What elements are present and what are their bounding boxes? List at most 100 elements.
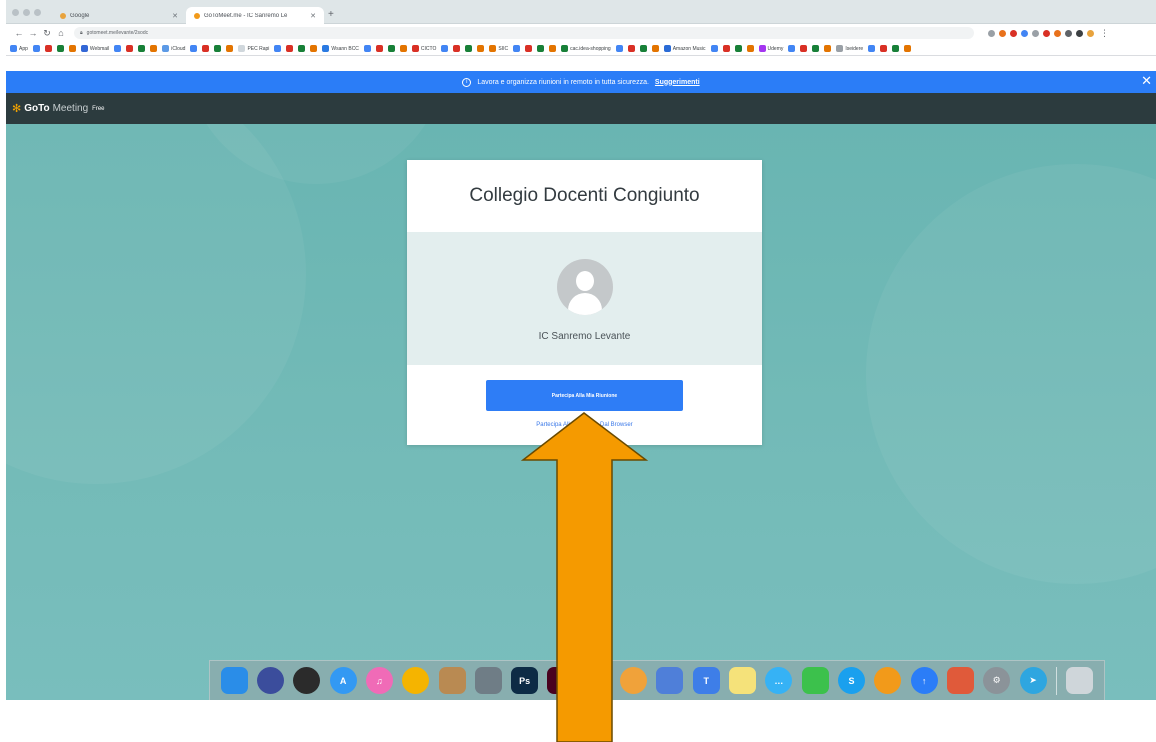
zoom-window-icon[interactable] (34, 9, 41, 16)
bookmark-icon[interactable] (138, 45, 146, 52)
bookmark-icon[interactable] (56, 45, 64, 52)
bookmark-item[interactable]: SIIC (489, 45, 508, 52)
bookmark-icon[interactable] (812, 45, 820, 52)
books-icon[interactable] (874, 667, 902, 694)
bookmark-icon[interactable] (114, 45, 122, 52)
bookmark-icon[interactable] (126, 45, 134, 52)
address-bar[interactable]: 🔒︎ gotomeet.me/levante/2sodc (74, 27, 974, 39)
bookmark-icon[interactable] (537, 45, 545, 52)
tab-google[interactable]: Google ✕ (52, 7, 186, 24)
itunes-icon[interactable]: ♫ (365, 667, 393, 694)
stickies-icon[interactable] (729, 667, 757, 694)
telegram-icon[interactable]: ➤ (1019, 667, 1047, 694)
extension-icon[interactable] (1010, 29, 1017, 37)
bookmark-icon[interactable] (746, 45, 754, 52)
finder-icon[interactable] (220, 667, 248, 694)
back-icon[interactable]: ← (12, 28, 26, 38)
gotomeeting-logo[interactable]: ✻ GoTo Meeting Free (12, 102, 105, 115)
bookmark-icon[interactable] (651, 45, 659, 52)
bookmark-icon[interactable] (286, 45, 294, 52)
home-icon[interactable]: ⌂ (54, 28, 68, 38)
extension-icon[interactable] (1032, 29, 1039, 37)
bookmark-icon[interactable] (477, 45, 485, 52)
bookmark-icon[interactable] (68, 45, 76, 52)
app-store-icon[interactable]: A (329, 667, 357, 694)
trash-icon[interactable] (1066, 667, 1094, 694)
bookmark-icon[interactable] (549, 45, 557, 52)
bookmark-icon[interactable] (310, 45, 318, 52)
bookmark-icon[interactable] (627, 45, 635, 52)
dashboard-icon[interactable] (293, 667, 321, 694)
chrome-icon[interactable] (402, 667, 430, 694)
window-controls[interactable] (12, 9, 41, 16)
bookmark-icon[interactable] (190, 45, 198, 52)
close-banner-icon[interactable]: ✕ (1141, 74, 1152, 88)
bookmark-icon[interactable] (710, 45, 718, 52)
bookmark-item[interactable]: PEC Rapi (238, 45, 269, 52)
bookmark-item[interactable]: Wsann BCC (322, 45, 359, 52)
extension-icon[interactable] (1076, 29, 1083, 37)
bookmark-icon[interactable] (513, 45, 521, 52)
extension-icon[interactable] (1021, 29, 1028, 37)
forward-icon[interactable]: → (26, 28, 40, 38)
bookmark-icon[interactable] (399, 45, 407, 52)
extension-icon[interactable] (1054, 29, 1061, 37)
files-icon[interactable] (474, 667, 502, 694)
bookmark-item[interactable]: CICTO (411, 45, 436, 52)
close-tab-icon[interactable]: ✕ (172, 12, 178, 20)
notes-app-icon[interactable] (438, 667, 466, 694)
close-tab-icon[interactable]: ✕ (310, 12, 316, 20)
bookmark-icon[interactable] (525, 45, 533, 52)
keynote-icon[interactable]: T (692, 667, 720, 694)
extension-icon[interactable] (1043, 29, 1050, 37)
bookmark-icon[interactable] (722, 45, 730, 52)
browser-menu-icon[interactable]: ⋮ (1100, 28, 1109, 39)
reload-icon[interactable]: ↻ (40, 28, 54, 39)
bookmark-icon[interactable] (32, 45, 40, 52)
preview-icon[interactable] (656, 667, 684, 694)
bookmark-star-icon[interactable] (988, 29, 995, 37)
bookmark-icon[interactable] (202, 45, 210, 52)
skype-icon[interactable]: S (837, 667, 865, 694)
bookmark-item[interactable]: Amazon Music (663, 45, 706, 52)
bookmark-icon[interactable] (615, 45, 623, 52)
bookmark-icon[interactable] (892, 45, 900, 52)
bookmark-icon[interactable] (734, 45, 742, 52)
bookmark-icon[interactable] (387, 45, 395, 52)
bookmark-icon[interactable] (363, 45, 371, 52)
bookmark-icon[interactable] (800, 45, 808, 52)
bookmark-icon[interactable] (880, 45, 888, 52)
bookmark-icon[interactable] (868, 45, 876, 52)
bookmark-icon[interactable] (453, 45, 461, 52)
new-tab-button[interactable]: + (328, 9, 334, 21)
bookmark-item[interactable]: iCloud (162, 45, 185, 52)
bookmark-icon[interactable] (274, 45, 282, 52)
bookmark-icon[interactable] (639, 45, 647, 52)
bookmark-item[interactable]: cac.idea-shopping (561, 45, 611, 52)
minimize-window-icon[interactable] (23, 9, 30, 16)
join-meeting-button[interactable]: Partecipa Alla Mia Riunione (486, 380, 683, 411)
cloud-download-icon[interactable]: ↑ (910, 667, 938, 694)
bookmark-icon[interactable] (375, 45, 383, 52)
bookmark-item[interactable]: App (10, 45, 28, 52)
extension-icon[interactable] (1065, 29, 1072, 37)
bookmark-icon[interactable] (150, 45, 158, 52)
bookmark-icon[interactable] (44, 45, 52, 52)
facetime-icon[interactable] (801, 667, 829, 694)
bookmark-item[interactable]: Webmail (80, 45, 109, 52)
siri-icon[interactable] (256, 667, 284, 694)
bookmark-icon[interactable] (298, 45, 306, 52)
bookmark-item[interactable]: Iseidere (836, 45, 863, 52)
bookmark-icon[interactable] (788, 45, 796, 52)
close-window-icon[interactable] (12, 9, 19, 16)
bookmark-icon[interactable] (824, 45, 832, 52)
bookmark-item[interactable]: Udemy (758, 45, 783, 52)
bookmark-icon[interactable] (214, 45, 222, 52)
extension-icon[interactable] (999, 29, 1006, 37)
tab-gotomeet[interactable]: GoToMeet.me - IC Sanremo Le ✕ (186, 7, 324, 24)
banner-tips-link[interactable]: Suggerimenti (655, 79, 700, 86)
bookmark-icon[interactable] (904, 45, 912, 52)
messages-icon[interactable]: … (765, 667, 793, 694)
pages-app-icon[interactable] (946, 667, 974, 694)
bookmark-icon[interactable] (226, 45, 234, 52)
